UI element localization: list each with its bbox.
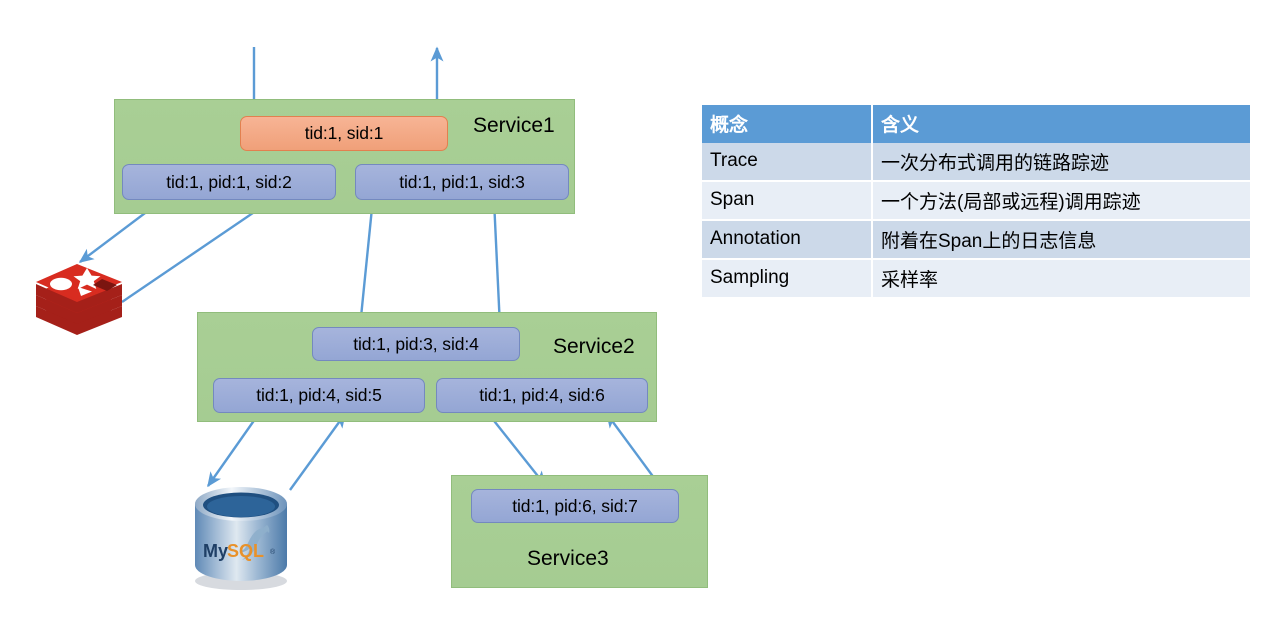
service-label-service2: Service2 <box>553 335 635 358</box>
table-cell-concept: Sampling <box>702 259 873 299</box>
redis-icon <box>36 264 122 335</box>
table-cell-concept: Span <box>702 181 873 221</box>
table-cell-concept: Trace <box>702 143 873 182</box>
table-row: Sampling 采样率 <box>702 259 1250 299</box>
table-row: Annotation 附着在Span上的日志信息 <box>702 220 1250 260</box>
svg-text:SQL: SQL <box>227 541 264 561</box>
span-chip-sid7[interactable]: tid:1, pid:6, sid:7 <box>471 489 679 523</box>
svg-text:My: My <box>203 541 228 561</box>
table-row: Span 一个方法(局部或远程)调用踪迹 <box>702 181 1250 221</box>
table-cell-meaning: 一次分布式调用的链路踪迹 <box>872 143 1250 182</box>
span-chip-sid4[interactable]: tid:1, pid:3, sid:4 <box>312 327 520 361</box>
table-header-row: 概念 含义 <box>702 105 1250 143</box>
service-label-service1: Service1 <box>473 114 555 137</box>
span-chip-sid2[interactable]: tid:1, pid:1, sid:2 <box>122 164 336 200</box>
concept-table: 概念 含义 Trace 一次分布式调用的链路踪迹 Span 一个方法(局部或远程… <box>702 105 1250 299</box>
arrow-span3-to-span4 <box>354 197 375 329</box>
table-cell-concept: Annotation <box>702 220 873 260</box>
svg-text:®: ® <box>270 548 276 556</box>
mysql-icon: My SQL ® <box>195 487 287 590</box>
table-cell-meaning: 采样率 <box>872 259 1250 299</box>
table-cell-meaning: 一个方法(局部或远程)调用踪迹 <box>872 181 1250 221</box>
arrow-redis-to-span2 <box>121 199 274 303</box>
span-chip-sid3[interactable]: tid:1, pid:1, sid:3 <box>355 164 569 200</box>
span-chip-sid6[interactable]: tid:1, pid:4, sid:6 <box>436 378 648 413</box>
table-cell-meaning: 附着在Span上的日志信息 <box>872 220 1250 260</box>
span-chip-root[interactable]: tid:1, sid:1 <box>240 116 448 151</box>
table-row: Trace 一次分布式调用的链路踪迹 <box>702 143 1250 182</box>
arrow-service2-to-span3 <box>488 198 502 328</box>
span-chip-sid5[interactable]: tid:1, pid:4, sid:5 <box>213 378 425 413</box>
service-label-service3: Service3 <box>527 547 609 570</box>
table-header-concept: 概念 <box>702 105 873 143</box>
arrow-span5-to-mysql <box>207 411 261 488</box>
table-header-meaning: 含义 <box>872 105 1250 143</box>
